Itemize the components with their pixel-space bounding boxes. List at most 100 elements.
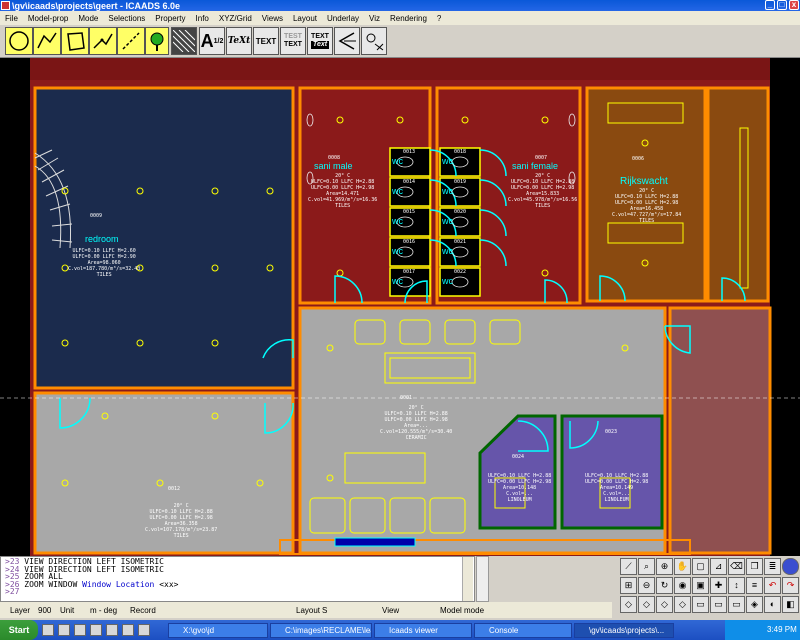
text-size-tool[interactable]: A 1/2: [199, 27, 225, 55]
command-console[interactable]: >23 VIEW DIRECTION LEFT ISOMETRIC >24 VI…: [0, 556, 475, 602]
iso-view-1-icon[interactable]: ◇: [620, 596, 637, 613]
wc-label: wc: [392, 186, 403, 196]
app-icon-2[interactable]: [122, 624, 134, 636]
rijkswacht-info-line: TILES: [639, 218, 655, 224]
unit-value[interactable]: m - deg: [90, 606, 117, 615]
move-icon[interactable]: ↕: [728, 577, 745, 594]
explorer-icon[interactable]: [90, 624, 102, 636]
menu-rendering[interactable]: Rendering: [385, 14, 432, 23]
render-icon[interactable]: ◐: [764, 596, 781, 613]
zoom-all-icon[interactable]: ⊞: [620, 577, 637, 594]
top-view-icon[interactable]: ▭: [692, 596, 709, 613]
menu-selections[interactable]: Selections: [103, 14, 150, 23]
redo-icon[interactable]: ↷: [782, 577, 799, 594]
point-icon[interactable]: ✚: [710, 577, 727, 594]
menu-viz[interactable]: Viz: [364, 14, 385, 23]
taskbar-app[interactable]: X:\gvo\jd: [168, 623, 268, 638]
unit-label: Unit: [60, 605, 75, 615]
pan-icon[interactable]: ✋: [674, 558, 691, 575]
view-icon[interactable]: ▢: [692, 558, 709, 575]
wc-label: wc: [442, 246, 453, 256]
rijkswacht-label: Rijkswacht: [620, 176, 668, 187]
wc-number: 0016: [403, 239, 416, 245]
start-button[interactable]: Start: [0, 620, 38, 640]
dashed-line-tool-icon[interactable]: [117, 27, 145, 55]
hatch-tool-icon[interactable]: [171, 27, 197, 55]
console-keyword[interactable]: Location: [116, 580, 155, 589]
layer-value[interactable]: 900: [38, 606, 51, 615]
section-icon[interactable]: ◧: [782, 596, 799, 613]
layout-value[interactable]: S: [322, 606, 327, 615]
box-icon[interactable]: ▣: [692, 577, 709, 594]
central-info-line: CERAMIC: [405, 435, 427, 441]
tree-tool-icon[interactable]: [145, 27, 169, 55]
erase-icon[interactable]: ⌫: [728, 558, 745, 575]
taskbar-app[interactable]: C:\images\RECLAME\leaf...: [270, 623, 372, 638]
side-view-icon[interactable]: ▭: [728, 596, 745, 613]
zoom-out-icon[interactable]: ⊖: [638, 577, 655, 594]
central-number: 0001: [400, 395, 413, 401]
iso-view-4-icon[interactable]: ◇: [674, 596, 691, 613]
view-label[interactable]: View: [382, 606, 399, 615]
front-view-icon[interactable]: ▭: [710, 596, 727, 613]
menu-mode[interactable]: Mode: [73, 14, 103, 23]
taskbar-app-label: C:\images\RECLAME\leaf...: [285, 626, 371, 635]
wc-number: 0020: [454, 209, 467, 215]
text-style-tool[interactable]: TEXT Text: [307, 27, 333, 55]
circle-tool-icon[interactable]: [5, 27, 33, 55]
clock[interactable]: 3:49 PM: [767, 625, 797, 634]
iso-view-2-icon[interactable]: ◇: [638, 596, 655, 613]
stack-icon[interactable]: ≡: [746, 577, 763, 594]
system-tray: 3:49 PM: [725, 620, 800, 640]
app-icon-1[interactable]: [106, 624, 118, 636]
desktop-icon[interactable]: [42, 624, 54, 636]
record-label[interactable]: Record: [130, 606, 156, 615]
cell-b-number: 0023: [605, 429, 618, 435]
menu-xyz-grid[interactable]: XYZ/Grid: [214, 14, 257, 23]
minimize-icon[interactable]: _: [765, 0, 775, 10]
symbol-tool-icon[interactable]: [361, 27, 387, 55]
text-script-tool[interactable]: TeXt: [226, 27, 252, 55]
drawing-canvas[interactable]: 0009 redroom ULFC=0.10 LLFC H=2.60 ULFC=…: [0, 58, 800, 556]
menu-layout[interactable]: Layout: [288, 14, 322, 23]
camera-icon[interactable]: ◉: [674, 577, 691, 594]
wc-label: wc: [392, 156, 403, 166]
text-plain-tool[interactable]: TEXT: [253, 27, 279, 55]
mode-label[interactable]: Model mode: [440, 606, 484, 615]
mail-icon[interactable]: [74, 624, 86, 636]
menu-underlay[interactable]: Underlay: [322, 14, 364, 23]
taskbar-app[interactable]: Icaads viewer: [374, 623, 472, 638]
text-a-label: A: [200, 30, 214, 51]
globe-icon[interactable]: [782, 558, 799, 575]
perspective-icon[interactable]: ◈: [746, 596, 763, 613]
leader-tool-icon[interactable]: [334, 27, 360, 55]
menu-info[interactable]: Info: [191, 14, 214, 23]
console-scrollbar[interactable]: [462, 557, 473, 601]
zoom-window-icon[interactable]: ⌕: [638, 558, 655, 575]
copy-icon[interactable]: ❐: [746, 558, 763, 575]
taskbar-app[interactable]: Console: [474, 623, 572, 638]
taskbar-app[interactable]: \gv\icaads\projects\...: [574, 623, 674, 638]
pick-icon[interactable]: ⟋: [620, 558, 637, 575]
console-keyword[interactable]: Window: [82, 580, 111, 589]
iso-view-3-icon[interactable]: ◇: [656, 596, 673, 613]
app-icon-3[interactable]: [138, 624, 150, 636]
close-icon[interactable]: x: [789, 0, 799, 10]
undo-icon[interactable]: ↶: [764, 577, 781, 594]
cell-a-info-line: LINOLEUM: [507, 497, 532, 503]
menu-property[interactable]: Property: [150, 14, 190, 23]
browser-icon[interactable]: [58, 624, 70, 636]
menu-views[interactable]: Views: [257, 14, 288, 23]
menu-file[interactable]: File: [0, 14, 23, 23]
layers-icon[interactable]: ≣: [764, 558, 781, 575]
zoom-in-icon[interactable]: ⊕: [656, 558, 673, 575]
maximize-icon[interactable]: □: [777, 0, 787, 10]
measure-icon[interactable]: ⊿: [710, 558, 727, 575]
polygon-tool-icon[interactable]: [61, 27, 89, 55]
text-stack-tool[interactable]: TEST TEXT: [280, 27, 306, 55]
menu-model-prop[interactable]: Model-prop: [23, 14, 73, 23]
polyline-tool-icon[interactable]: [33, 27, 61, 55]
arrow-line-tool-icon[interactable]: [89, 27, 117, 55]
menu-help[interactable]: ?: [432, 14, 446, 23]
rotate-icon[interactable]: ↻: [656, 577, 673, 594]
